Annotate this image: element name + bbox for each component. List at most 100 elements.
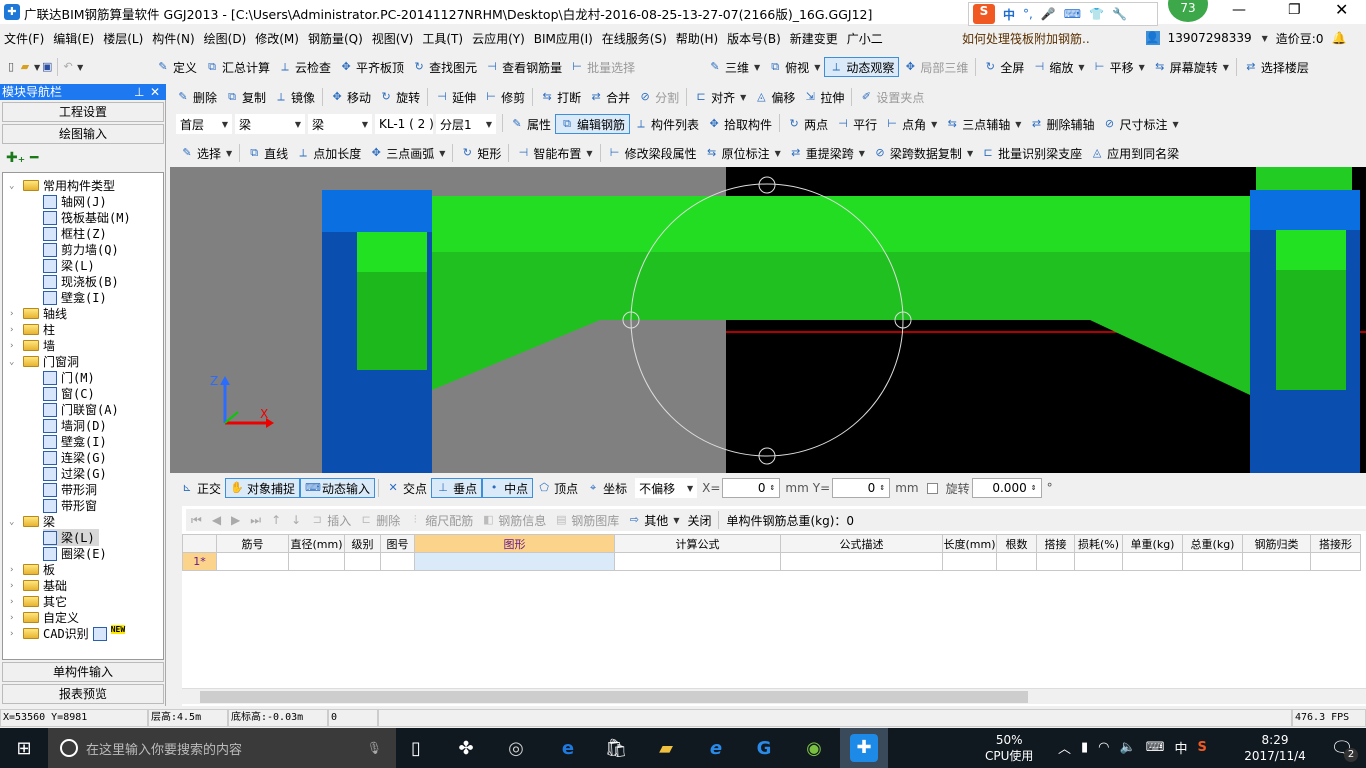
toolbar-button[interactable]: ✐ 设置夹点 [855, 87, 928, 107]
component-selector[interactable]: 梁 ▼ [235, 114, 305, 134]
column-header[interactable]: 图形 [414, 534, 615, 553]
chevron-down-icon[interactable]: ▼ [931, 120, 937, 129]
rebar-tool-button[interactable]: ⊏ 删除 [355, 510, 404, 530]
tree-folder[interactable]: › 柱 [9, 321, 55, 338]
toolbar-button[interactable]: ⧉ 复制 [221, 87, 270, 107]
tree-item[interactable]: 框柱(Z) [43, 225, 107, 242]
pin-icon[interactable]: ⊥ [134, 84, 144, 100]
first-icon[interactable]: ⏮ [191, 513, 202, 528]
tree-item[interactable]: 带形洞 [43, 481, 97, 498]
toolbar-button[interactable]: ⊣ 查看钢筋量 [481, 57, 566, 77]
chevron-right-icon[interactable]: › [9, 325, 19, 335]
menu-item[interactable]: 版本号(B) [727, 30, 781, 47]
column-header[interactable]: 损耗(%) [1074, 534, 1123, 553]
ggj-app-icon[interactable]: ✚ [840, 728, 888, 768]
wrench-icon[interactable]: 🔧 [1112, 7, 1127, 21]
snap-toggle[interactable]: ⬠ 顶点 [533, 478, 582, 498]
table-cell[interactable] [1182, 552, 1243, 571]
tree-folder[interactable]: › 板 [9, 561, 55, 578]
show-hidden-icon[interactable]: ︿ [1058, 738, 1071, 757]
table-cell[interactable] [216, 552, 289, 571]
close-panel-icon[interactable]: ✕ [150, 84, 160, 100]
tree-folder[interactable]: › CAD识别 NEW [9, 625, 126, 642]
tree-item[interactable]: 门联窗(A) [43, 401, 119, 418]
tree-item[interactable]: 梁(L) [43, 529, 99, 546]
battery-icon[interactable]: ▮ [1081, 740, 1088, 755]
chevron-down-icon[interactable]: ▼ [362, 120, 368, 129]
toolbar-button[interactable]: ⧉ 直线 [243, 143, 292, 163]
speed-badge[interactable]: 73 [1168, 0, 1208, 22]
toolbar-button[interactable]: ↻ 旋转 [375, 87, 424, 107]
toolbar-button[interactable]: ⇄ 重提梁跨 ▼ [785, 143, 869, 163]
up-icon[interactable]: ↑ [271, 513, 281, 527]
toolbar-button[interactable]: ⊢ 平移 ▼ [1089, 57, 1149, 77]
ie-icon[interactable]: e [692, 728, 740, 768]
chevron-down-icon[interactable]: ▼ [859, 149, 865, 158]
fan-app-icon[interactable]: ✤ [442, 728, 490, 768]
chevron-down-icon[interactable]: ▼ [222, 120, 228, 129]
x-input[interactable]: 0 ⇕ [722, 478, 781, 498]
snap-toggle[interactable]: ⌖ 坐标 [582, 478, 631, 498]
tree-item[interactable]: 连梁(G) [43, 449, 107, 466]
tree-item[interactable]: 壁龛(I) [43, 289, 107, 306]
table-cell[interactable] [344, 552, 381, 571]
chevron-down-icon[interactable]: ▼ [439, 149, 445, 158]
table-cell[interactable] [1310, 552, 1361, 571]
menu-item[interactable]: 构件(N) [152, 30, 194, 47]
toolbar-button[interactable]: ⇆ 屏幕旋转 ▼ [1149, 57, 1233, 77]
chevron-right-icon[interactable]: › [9, 341, 19, 351]
task-view-icon[interactable]: ▯ [392, 728, 440, 768]
chevron-down-icon[interactable]: ▼ [775, 149, 781, 158]
chevron-down-icon[interactable]: ▼ [967, 149, 973, 158]
rebar-tool-button[interactable]: ⫶ 缩尺配筋 [404, 510, 477, 530]
column-header[interactable]: 长度(mm) [942, 534, 997, 553]
chevron-right-icon[interactable]: › [9, 309, 19, 319]
chevron-down-icon[interactable]: ▼ [1139, 63, 1145, 72]
chevron-down-icon[interactable]: ▼ [586, 149, 592, 158]
save-icon[interactable]: ▣ [40, 60, 54, 74]
chevron-down-icon[interactable]: ▼ [740, 93, 746, 102]
menu-item[interactable]: 在线服务(S) [602, 30, 667, 47]
close-button[interactable]: ✕ [1335, 0, 1348, 19]
table-cell[interactable] [288, 552, 345, 571]
tree-item[interactable]: 圈梁(E) [43, 545, 107, 562]
chevron-right-icon[interactable]: › [9, 629, 19, 639]
chevron-right-icon[interactable]: › [9, 581, 19, 591]
browser-app-icon[interactable]: ◎ [492, 728, 540, 768]
table-cell[interactable] [1036, 552, 1075, 571]
ime-indicator[interactable]: 中 [1174, 738, 1187, 757]
tree-folder[interactable]: › 轴线 [9, 305, 67, 322]
table-cell[interactable] [1242, 552, 1311, 571]
menu-item[interactable]: 帮助(H) [676, 30, 718, 47]
toolbar-button[interactable]: ⇄ 选择楼层 [1240, 57, 1313, 77]
next-icon[interactable]: ▶ [231, 513, 240, 527]
clock[interactable]: 8:29 2017/11/4 [1240, 732, 1310, 764]
toolbar-button[interactable]: ⧉ 编辑钢筋 [555, 114, 631, 134]
rotate-input[interactable]: 0.000 ⇕ [971, 478, 1042, 498]
nav-project-settings[interactable]: 工程设置 [2, 102, 164, 122]
toolbar-button[interactable]: ✥ 三点画弧 ▼ [365, 143, 449, 163]
toolbar-button[interactable]: ⊣ 延伸 [431, 87, 480, 107]
component-selector[interactable]: KL-1 ( 2 )▼ [375, 114, 442, 134]
toolbar-button[interactable]: ⧉ 汇总计算 [201, 57, 274, 77]
file-explorer-icon[interactable]: ▰ [642, 728, 690, 768]
start-button[interactable]: ⊞ [0, 728, 48, 768]
restore-button[interactable]: ❐ [1288, 2, 1301, 18]
snap-toggle[interactable]: ⌨ 动态输入 [300, 478, 376, 498]
toolbar-button[interactable]: ⟂ 构件列表 [630, 114, 703, 134]
table-cell[interactable] [780, 552, 943, 571]
toolbar-button[interactable]: ↻ 矩形 [456, 143, 505, 163]
tree-item[interactable]: 壁龛(I) [43, 433, 107, 450]
toolbar-button[interactable]: ⇄ 删除辅轴 [1025, 114, 1098, 134]
microphone-icon[interactable]: 🎙 [367, 741, 382, 755]
chevron-down-icon[interactable]: ⌄ [9, 517, 19, 527]
chevron-right-icon[interactable]: › [9, 597, 19, 607]
new-file-icon[interactable]: ▯ [4, 60, 18, 74]
column-header[interactable]: 搭接形 [1310, 534, 1361, 553]
store-icon[interactable]: 🛍 [592, 728, 640, 768]
ime-toolbar[interactable]: S 中 °, 🎤 ⌨ 👕 🔧 [968, 2, 1158, 26]
tree-folder[interactable]: ⌄ 常用构件类型 [9, 177, 115, 194]
toolbar-button[interactable]: ⊘ 尺寸标注 ▼ [1098, 114, 1182, 134]
chevron-down-icon[interactable]: ▼ [1223, 63, 1229, 72]
sogou-tray-icon[interactable]: S [1197, 740, 1206, 755]
